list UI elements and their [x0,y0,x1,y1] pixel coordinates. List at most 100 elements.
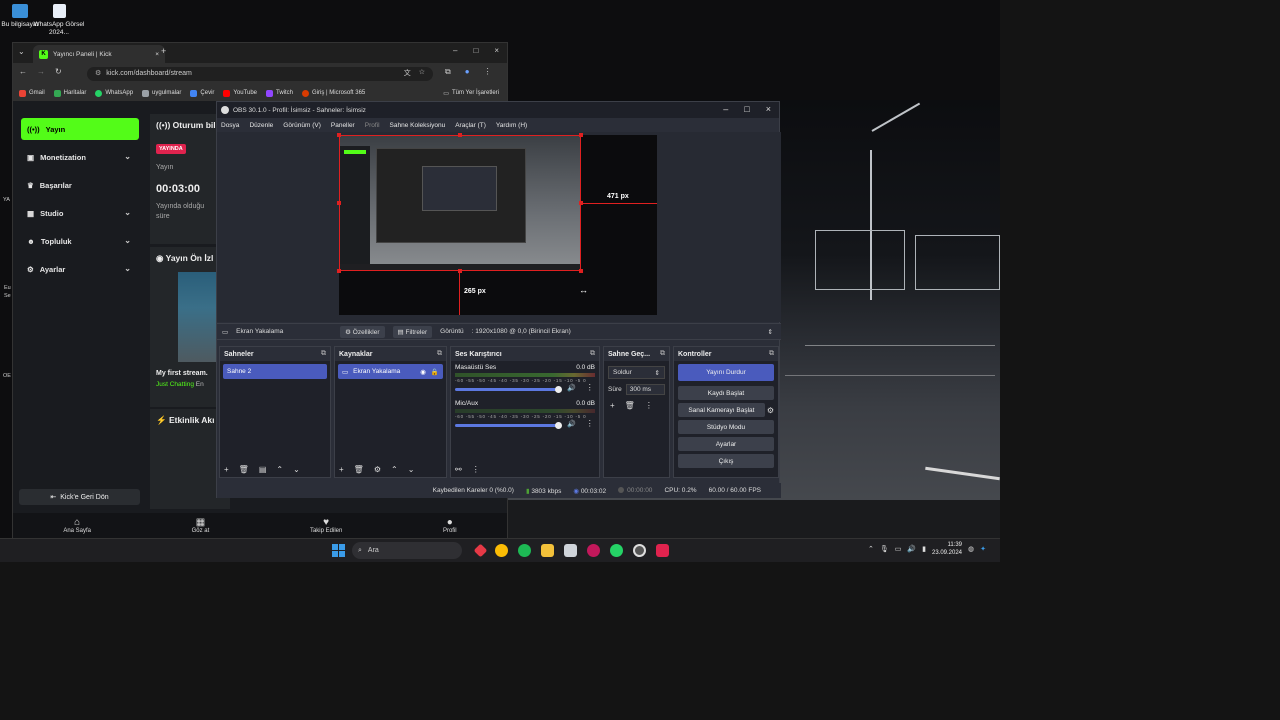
minimize-button[interactable]: – [453,46,457,55]
speaker-icon[interactable]: 🔊 [567,384,576,392]
notification-icon[interactable]: ◍ [968,545,974,553]
bookmark-twitch[interactable]: Twitch [266,89,293,97]
store-icon[interactable] [564,544,577,557]
undock-icon[interactable]: ⧉ [321,350,326,358]
bookmark-whatsapp[interactable]: WhatsApp [95,89,133,97]
translate-icon[interactable]: 文 [404,68,411,78]
file-explorer-icon[interactable] [541,544,554,557]
obs-taskbar-icon[interactable] [633,544,646,557]
sidebar-item-achievements[interactable]: ♛ Başarılar [21,174,139,196]
lock-icon[interactable]: 🔒 [431,368,439,376]
resize-handle[interactable] [337,201,341,205]
undock-icon[interactable]: ⧉ [769,350,774,358]
trash-icon[interactable]: 🗑 [354,465,364,474]
gear-icon[interactable]: ⚙ [767,406,774,415]
category-link[interactable]: Just Chatting [156,381,194,388]
tab-search-button[interactable]: ⌄ [18,47,25,56]
menu-scene-collection[interactable]: Sahne Koleksiyonu [390,122,446,129]
tab-close-icon[interactable]: × [155,51,159,58]
sidebar-item-monetization[interactable]: ▣ Monetization ⌄ [21,146,139,168]
trash-icon[interactable]: 🗑 [239,465,249,474]
app-icon-red[interactable] [473,543,488,558]
bookmark-apps[interactable]: uygulmalar [142,89,181,97]
source-item[interactable]: ▭ Ekran Yakalama ◉ 🔒 [338,364,443,379]
undock-icon[interactable]: ⧉ [590,350,595,358]
menu-help[interactable]: Yardım (H) [496,122,527,129]
close-button[interactable]: × [494,46,499,55]
resize-handle[interactable] [337,133,341,137]
sidebar-item-settings[interactable]: ⚙ Ayarlar ⌄ [21,258,139,280]
menu-dots-icon[interactable]: ⋮ [645,401,653,410]
menu-file[interactable]: Dosya [221,122,239,129]
menu-view[interactable]: Görünüm (V) [283,122,321,129]
studio-mode-button[interactable]: Stüdyo Modu [678,420,774,434]
filter-icon[interactable]: ▤ [259,465,267,474]
nav-profile[interactable]: ● Profil [443,517,457,534]
chevron-up-icon[interactable]: ⌃ [276,465,283,474]
site-info-icon[interactable]: ⚙ [95,70,101,77]
resize-handle[interactable] [337,269,341,273]
slider-knob[interactable] [555,421,562,429]
forward-arrow-icon[interactable]: → [37,67,45,76]
chevron-up-icon[interactable]: ⌃ [868,545,874,553]
back-arrow-icon[interactable]: ← [19,67,27,76]
resize-handle[interactable] [579,269,583,273]
chrome-icon[interactable] [495,544,508,557]
spotify-icon[interactable] [518,544,531,557]
preview-canvas[interactable]: 471 px 265 px ↔ [337,133,657,315]
taskbar-search[interactable]: ⌕ Ara [352,542,462,559]
bookmark-gmail[interactable]: Gmail [19,89,45,97]
sidebar-item-community[interactable]: ☻ Topluluk ⌄ [21,230,139,252]
reload-icon[interactable]: ↻ [55,67,62,76]
chevron-down-icon[interactable]: ⌄ [293,465,300,474]
eye-icon[interactable]: ◉ [420,368,426,376]
menu-edit[interactable]: Düzenle [249,122,273,129]
start-recording-button[interactable]: Kaydı Başlat [678,386,774,400]
close-button[interactable]: × [766,104,771,114]
channel-menu-icon[interactable]: ⋮ [586,383,594,392]
nav-browse[interactable]: ▦ Göz at [192,517,210,534]
undock-icon[interactable]: ⧉ [660,350,665,358]
add-icon[interactable]: + [610,401,615,410]
duration-input[interactable]: 300 ms [625,384,665,395]
chevron-down-icon[interactable]: ⌄ [408,465,415,474]
bookmark-microsoft365[interactable]: Giriş | Microsoft 365 [302,89,365,97]
speaker-icon[interactable]: 🔊 [567,420,576,428]
properties-button[interactable]: ⚙ Özellikler [340,325,385,338]
bookmark-youtube[interactable]: YouTube [223,89,257,97]
resize-handle[interactable] [579,133,583,137]
menu-docks[interactable]: Paneller [331,122,355,129]
all-bookmarks[interactable]: ▭ Tüm Yer İşaretleri [443,90,499,97]
chrome-menu-icon[interactable]: ⋮ [484,67,492,77]
volume-slider[interactable] [455,421,562,429]
microphone-icon[interactable]: 🎙 [880,545,889,553]
resize-handle[interactable] [458,133,462,137]
new-tab-button[interactable]: + [161,46,166,56]
media-player-icon[interactable] [587,544,600,557]
start-button[interactable] [332,544,345,557]
dropdown-arrow-icon[interactable]: ⇕ [768,328,773,336]
network-icon[interactable]: ▭ [895,545,902,553]
transition-select[interactable]: Soldur ⇕ [608,366,665,379]
profile-avatar-icon[interactable]: ● [465,67,470,77]
filters-button[interactable]: ▤ Filtreler [392,325,433,338]
add-icon[interactable]: + [339,465,344,474]
start-virtual-camera-button[interactable]: Sanal Kamerayı Başlat [678,403,765,417]
undock-icon[interactable]: ⧉ [437,350,442,358]
trash-icon[interactable]: 🗑 [625,401,635,410]
menu-tools[interactable]: Araçlar (T) [455,122,486,129]
bookmark-maps[interactable]: Haritalar [53,89,86,97]
clock[interactable]: 11:39 23.09.2024 [932,541,962,557]
settings-button[interactable]: Ayarlar [678,437,774,451]
link-icon[interactable]: ⚯ [455,465,462,474]
nav-following[interactable]: ♥ Takip Edilen [310,517,342,534]
tab-kick[interactable]: K Yayıncı Paneli | Kick × [33,45,165,63]
chevron-up-icon[interactable]: ⌃ [391,465,398,474]
gear-icon[interactable]: ⚙ [374,465,381,474]
channel-menu-icon[interactable]: ⋮ [586,419,594,428]
slider-knob[interactable] [555,385,562,393]
sidebar-item-studio[interactable]: ▦ Studio ⌄ [21,202,139,224]
volume-slider[interactable] [455,385,562,393]
battery-icon[interactable]: ▮ [922,545,926,553]
maximize-button[interactable]: □ [473,46,478,55]
